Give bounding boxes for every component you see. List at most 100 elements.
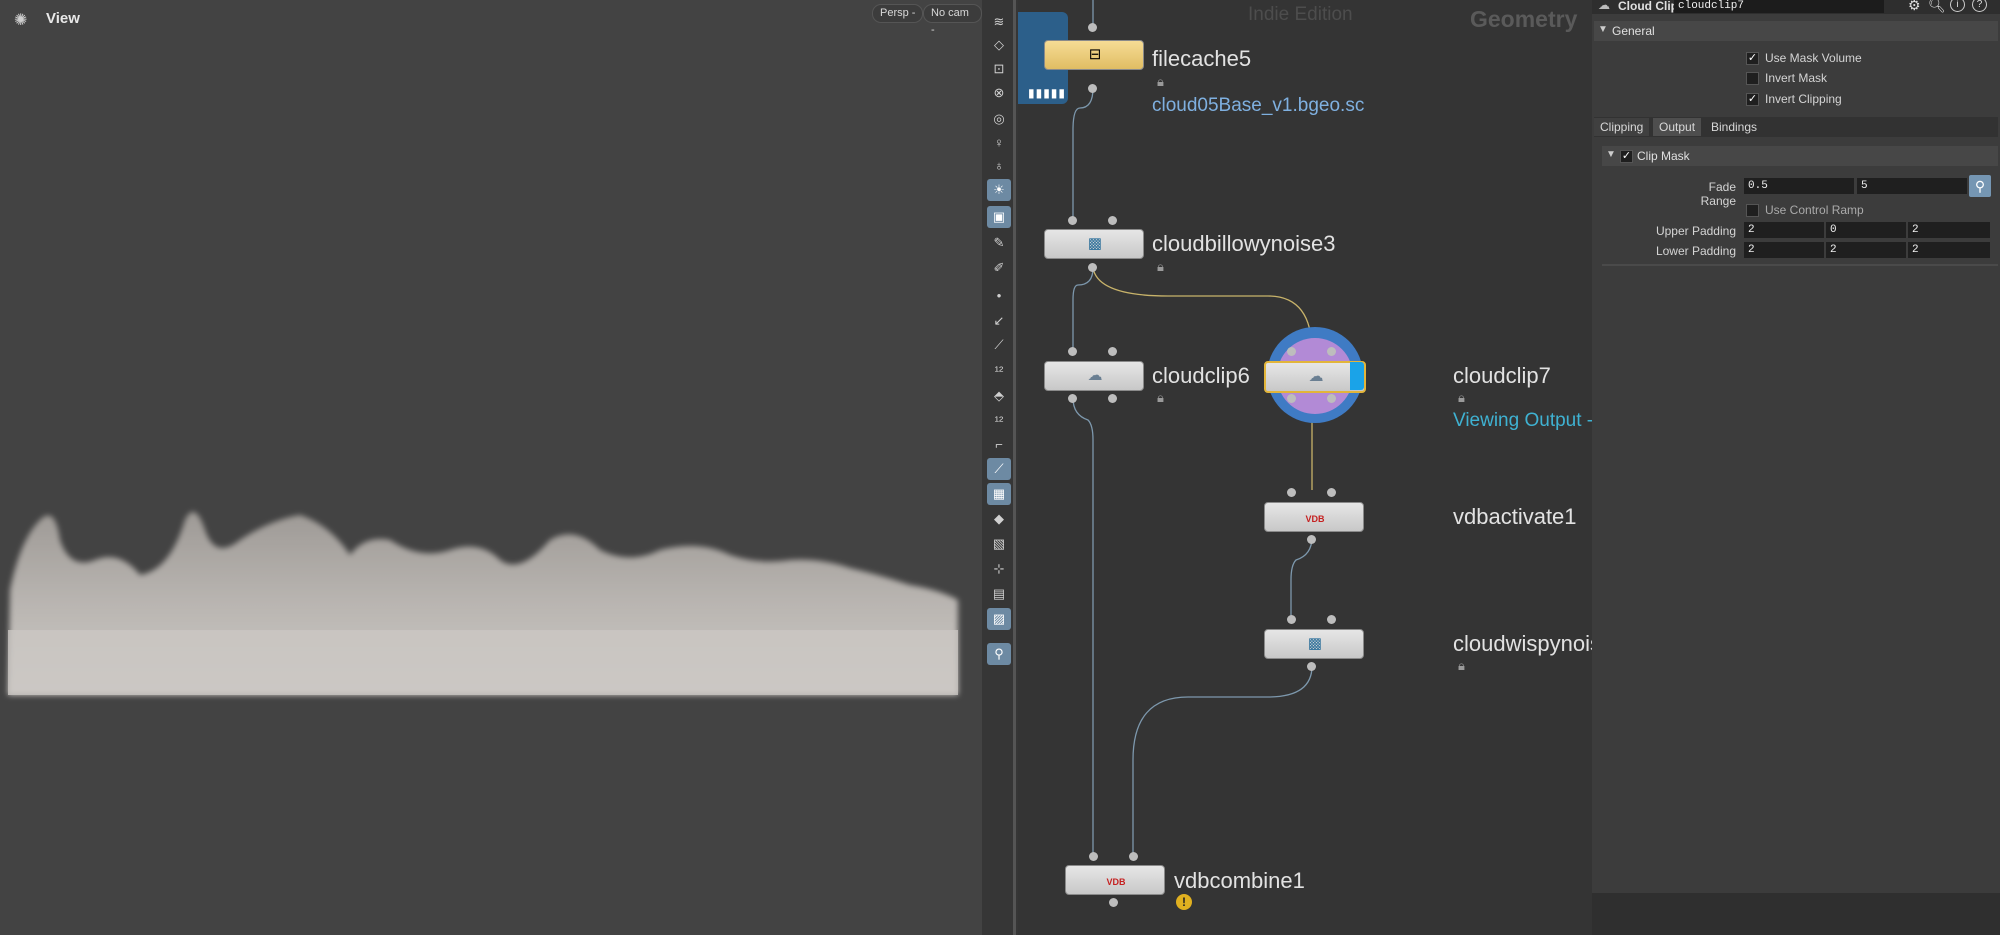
node-cloudclip6[interactable]: ☁ — [1044, 361, 1144, 391]
pane-divider[interactable] — [1013, 0, 1016, 935]
ghost-icon[interactable]: ◇ — [987, 34, 1011, 56]
layout-icon[interactable]: ▤ — [987, 583, 1011, 605]
input-connector[interactable] — [1287, 488, 1296, 497]
view-menu-icon[interactable]: ✺ — [14, 10, 27, 30]
search-icon[interactable]: 🔍︎ — [1928, 0, 1946, 14]
use-mask-volume-checkbox[interactable]: ✓ — [1746, 52, 1759, 65]
handle-icon[interactable]: ⊹ — [987, 558, 1011, 580]
scene-viewport[interactable]: ✺ View Persp - No cam - — [0, 0, 982, 935]
warning-icon[interactable]: ! — [1176, 894, 1192, 910]
lower-padding-x-field[interactable]: 2 — [1744, 242, 1824, 258]
input-connector[interactable] — [1108, 347, 1117, 356]
fade-range-min-field[interactable]: 0.5 — [1744, 178, 1854, 194]
visibility-icon[interactable]: ✎ — [987, 232, 1011, 254]
upper-padding-z-field[interactable]: 2 — [1908, 222, 1990, 238]
close-icon[interactable]: ⊗ — [987, 82, 1011, 104]
pin-icon[interactable]: ⚲ — [1969, 175, 1991, 197]
node-name-field[interactable]: cloudclip7 — [1674, 0, 1884, 13]
point-display-icon[interactable]: • — [987, 285, 1011, 307]
perspective-menu-button[interactable]: Persp - — [872, 4, 924, 23]
primitive-display-icon[interactable]: ⬘ — [987, 385, 1011, 407]
fade-range-max-field[interactable]: 5 — [1857, 178, 1967, 194]
output-connector[interactable] — [1307, 535, 1316, 544]
edge-display-icon[interactable]: ⌐ — [987, 434, 1011, 456]
output-connector[interactable] — [1068, 394, 1077, 403]
node-name: cloudwispynois — [1453, 631, 1592, 656]
input-connector[interactable] — [1327, 488, 1336, 497]
pin-icon[interactable]: ⚲ — [987, 643, 1011, 665]
gear-icon[interactable]: ⚙ — [1908, 0, 1921, 14]
tab-bindings[interactable]: Bindings — [1705, 118, 1763, 136]
output-connector[interactable] — [1307, 662, 1316, 671]
node-vdbactivate1[interactable]: VDB — [1264, 502, 1364, 532]
point-numbers-icon[interactable]: ¹² — [987, 360, 1011, 382]
light-bulb-icon[interactable]: ♁ — [987, 155, 1011, 177]
lock-icon[interactable]: 🔒︎ — [1458, 658, 1465, 674]
camera-icon[interactable]: ✐ — [987, 257, 1011, 279]
display-flag[interactable] — [1350, 362, 1364, 390]
input-connector[interactable] — [1068, 216, 1077, 225]
input-connector[interactable] — [1108, 216, 1117, 225]
output-connector[interactable] — [1088, 84, 1097, 93]
viewport-title: View — [46, 10, 80, 27]
lower-padding-z-field[interactable]: 2 — [1908, 242, 1990, 258]
input-connector[interactable] — [1089, 852, 1098, 861]
checker-icon[interactable]: ▦ — [987, 483, 1011, 505]
lower-padding-y-field[interactable]: 2 — [1826, 242, 1906, 258]
node-filecache5[interactable]: ⊟ — [1044, 40, 1144, 70]
input-connector[interactable] — [1088, 23, 1097, 32]
node-name: filecache5 — [1152, 46, 1252, 71]
output-connector[interactable] — [1108, 394, 1117, 403]
image-icon[interactable]: ▨ — [987, 608, 1011, 630]
upper-padding-y-field[interactable]: 0 — [1826, 222, 1906, 238]
snapshot-icon[interactable]: ◎ — [987, 108, 1011, 130]
noise-icon: ▩ — [1307, 635, 1323, 652]
tab-output[interactable]: Output — [1653, 118, 1702, 136]
lock-icon[interactable]: 🔒︎ — [1157, 259, 1164, 275]
folder-collapse-icon[interactable]: ▼ — [1598, 24, 1608, 35]
normal-display-icon[interactable]: ↙ — [987, 310, 1011, 332]
node-name: cloudbillowynoise3 — [1152, 231, 1336, 256]
output-connector[interactable] — [1109, 898, 1118, 907]
invert-clipping-checkbox[interactable]: ✓ — [1746, 93, 1759, 106]
lock-icon[interactable]: 🔒︎ — [1157, 74, 1164, 90]
tab-clipping[interactable]: Clipping — [1594, 118, 1650, 136]
map-icon[interactable]: ▧ — [987, 533, 1011, 555]
node-vdbcombine1[interactable]: VDB — [1065, 865, 1165, 895]
display-options-icon[interactable]: ≋ — [987, 11, 1011, 33]
input-connector[interactable] — [1287, 347, 1296, 356]
camera-menu-button[interactable]: No cam - — [923, 4, 982, 36]
upper-padding-x-field[interactable]: 2 — [1744, 222, 1824, 238]
use-control-ramp-checkbox[interactable] — [1746, 204, 1759, 217]
input-connector[interactable] — [1129, 852, 1138, 861]
input-connector[interactable] — [1327, 615, 1336, 624]
network-editor[interactable]: Indie Edition Geometry ▮▮▮▮▮ ⊟ filecache… — [1018, 0, 1592, 935]
clip-mask-checkbox[interactable]: ✓ — [1620, 150, 1633, 163]
input-connector[interactable] — [1287, 615, 1296, 624]
cloud-clip-icon: ☁ — [1087, 367, 1103, 384]
output-connector[interactable] — [1287, 394, 1296, 403]
input-connector[interactable] — [1068, 347, 1077, 356]
lock-icon[interactable]: 🔒︎ — [1458, 390, 1465, 406]
primitive-numbers-icon[interactable]: ¹² — [987, 410, 1011, 432]
diamond-icon[interactable]: ◆ — [987, 508, 1011, 530]
vector-display-icon[interactable]: ⟋ — [987, 334, 1011, 356]
background-icon[interactable]: ▣ — [987, 206, 1011, 228]
parameter-editor-footer — [1592, 893, 2000, 935]
input-connector[interactable] — [1327, 347, 1336, 356]
node-cloudwispynoise[interactable]: ▩ — [1264, 629, 1364, 659]
node-cloudbillowynoise3[interactable]: ▩ — [1044, 229, 1144, 259]
harddrive-icon: ⊟ — [1088, 46, 1102, 63]
folder-collapse-icon[interactable]: ▼ — [1606, 149, 1616, 160]
uv-display-icon[interactable]: ⟋ — [987, 458, 1011, 480]
lock-camera-icon[interactable]: ⊡ — [987, 58, 1011, 80]
output-connector[interactable] — [1088, 263, 1097, 272]
invert-mask-checkbox[interactable] — [1746, 72, 1759, 85]
cache-bar-icon: ▮▮▮▮▮ — [1028, 86, 1067, 100]
folder-bottom-divider — [1602, 264, 1998, 266]
output-connector[interactable] — [1327, 394, 1336, 403]
lock-icon[interactable]: 🔒︎ — [1157, 390, 1164, 406]
light-icon[interactable]: ♀ — [987, 132, 1011, 154]
node-cloudclip7[interactable]: ☁ — [1264, 361, 1366, 393]
headlight-icon[interactable]: ☀ — [987, 179, 1011, 201]
